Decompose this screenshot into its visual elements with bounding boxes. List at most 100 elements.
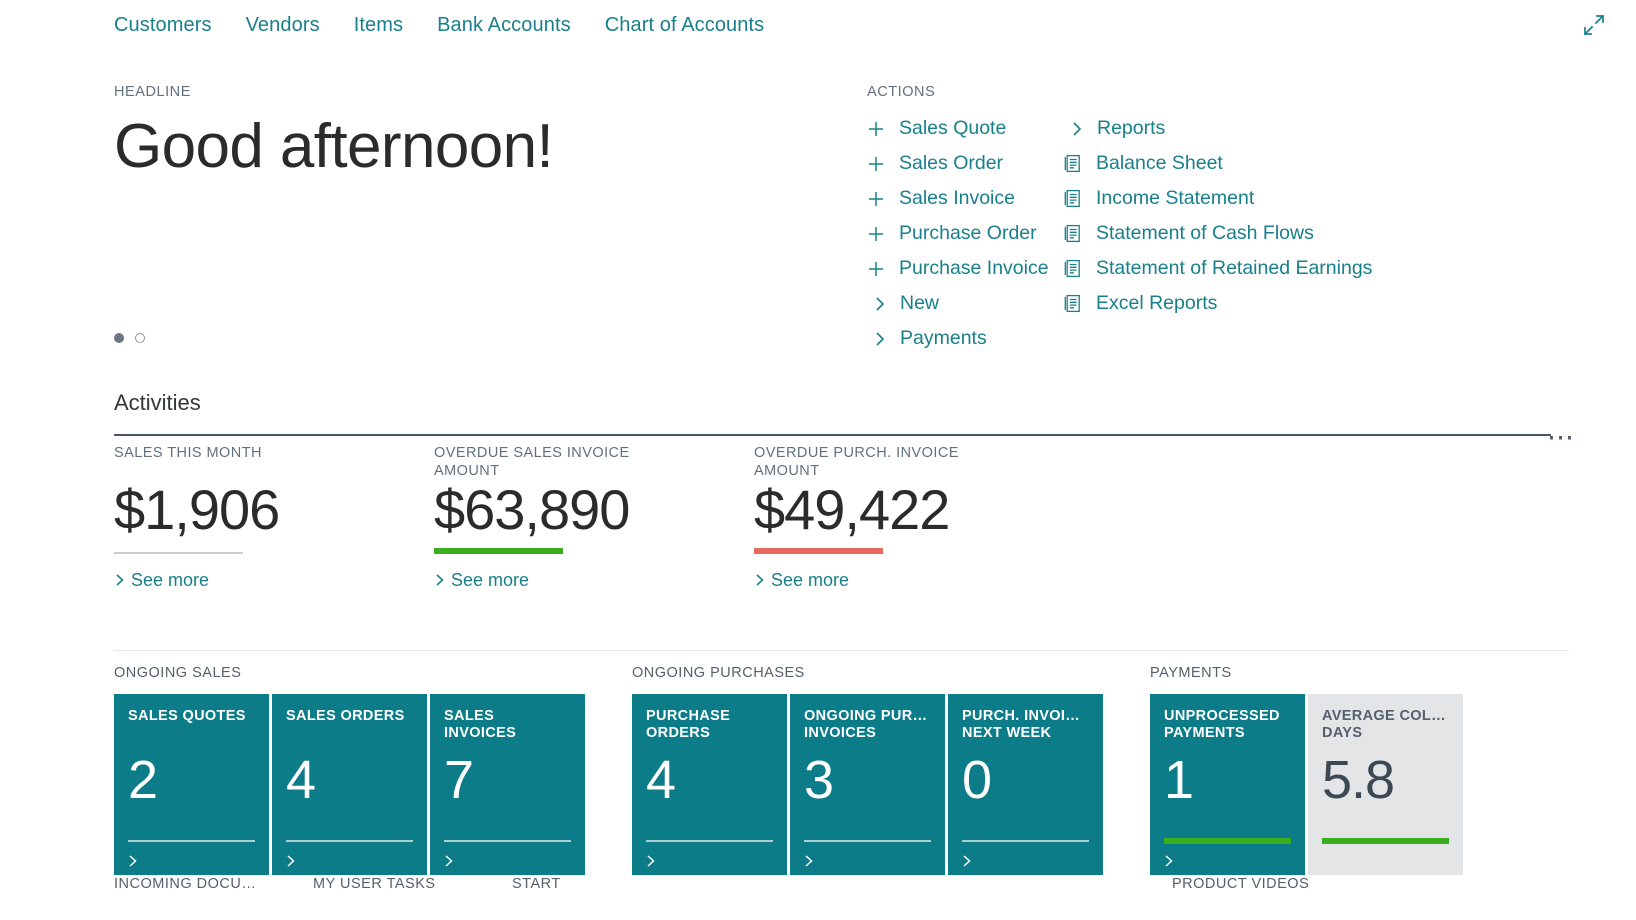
chevron-right-icon bbox=[754, 573, 766, 587]
tile-unprocessed-payments[interactable]: UNPROCESSED PAYMENTS 1 bbox=[1150, 694, 1305, 875]
action-label: Excel Reports bbox=[1096, 292, 1218, 314]
nav-link-items[interactable]: Items bbox=[354, 14, 403, 37]
tile-indicator-bar bbox=[1322, 838, 1449, 844]
chevron-right-icon[interactable] bbox=[127, 854, 139, 868]
action-label: Sales Order bbox=[899, 152, 1004, 174]
tile-sales-orders[interactable]: SALES ORDERS 4 bbox=[272, 694, 427, 875]
actions-caption: ACTIONS bbox=[867, 84, 936, 100]
chevron-right-icon bbox=[867, 331, 893, 347]
nav-link-chart-of-accounts[interactable]: Chart of Accounts bbox=[605, 14, 765, 37]
nav-link-vendors[interactable]: Vendors bbox=[246, 14, 320, 37]
see-more-label: See more bbox=[131, 569, 210, 590]
action-label: Sales Quote bbox=[899, 117, 1007, 139]
see-more-label: See more bbox=[451, 569, 530, 590]
group-title: ONGOING SALES bbox=[114, 665, 242, 681]
action-label: Income Statement bbox=[1096, 187, 1255, 209]
tile-indicator-bar bbox=[444, 840, 571, 842]
tile-value: 4 bbox=[646, 750, 676, 810]
action-label: Sales Invoice bbox=[899, 187, 1015, 209]
tile-value: 0 bbox=[962, 750, 992, 810]
group-ongoing-purchases: ONGOING PURCHASES PURCHASE ORDERS 4 ONGO… bbox=[632, 665, 1103, 875]
headline-text: Good afternoon! bbox=[114, 112, 554, 181]
action-sales-quote[interactable]: Sales Quote bbox=[867, 111, 1064, 146]
top-navigation-bar: Customers Vendors Items Bank Accounts Ch… bbox=[0, 0, 1636, 50]
action-label: Payments bbox=[900, 327, 987, 349]
tile-label: UNPROCESSED PAYMENTS bbox=[1164, 708, 1280, 742]
actions-column-left: Sales Quote Sales Order Sales Invoice Pu… bbox=[867, 111, 1064, 356]
action-balance-sheet[interactable]: Balance Sheet bbox=[1064, 146, 1372, 181]
actions-block: ACTIONS Sales Quote Sales Order Sales In… bbox=[867, 84, 1567, 356]
action-label: Purchase Order bbox=[899, 222, 1037, 244]
chevron-right-icon[interactable] bbox=[645, 854, 657, 868]
action-statement-of-cash-flows[interactable]: Statement of Cash Flows bbox=[1064, 216, 1372, 251]
nav-link-customers[interactable]: Customers bbox=[114, 14, 212, 37]
action-statement-of-retained-earnings[interactable]: Statement of Retained Earnings bbox=[1064, 251, 1372, 286]
headline-block: HEADLINE Good afternoon! bbox=[114, 84, 754, 181]
hero-section: HEADLINE Good afternoon! ACTIONS Sales Q… bbox=[0, 58, 1636, 358]
cue-label: OVERDUE PURCH. INVOICE AMOUNT bbox=[754, 445, 959, 480]
carousel-dot-1[interactable] bbox=[114, 333, 124, 343]
cue-value[interactable]: $63,890 bbox=[434, 479, 754, 541]
report-document-icon bbox=[1064, 224, 1090, 243]
chevron-right-icon[interactable] bbox=[443, 854, 455, 868]
report-document-icon bbox=[1064, 259, 1090, 278]
tile-purchase-orders[interactable]: PURCHASE ORDERS 4 bbox=[632, 694, 787, 875]
action-label: Balance Sheet bbox=[1096, 152, 1223, 174]
tile-purchase-invoices-next-week[interactable]: PURCH. INVOI… NEXT WEEK 0 bbox=[948, 694, 1103, 875]
tile-indicator-bar bbox=[804, 840, 931, 842]
cue-value[interactable]: $49,422 bbox=[754, 479, 1074, 541]
tile-sales-invoices[interactable]: SALES INVOICES 7 bbox=[430, 694, 585, 875]
plus-icon bbox=[867, 225, 893, 243]
report-document-icon bbox=[1064, 294, 1090, 313]
plus-icon bbox=[867, 190, 893, 208]
see-more-label: See more bbox=[771, 569, 850, 590]
action-sales-order[interactable]: Sales Order bbox=[867, 146, 1064, 181]
action-new-group[interactable]: New bbox=[867, 286, 1064, 321]
see-more-link-overdue-sales-invoice[interactable]: See more bbox=[434, 570, 529, 591]
carousel-dot-2[interactable] bbox=[135, 333, 145, 343]
group-title-start: START bbox=[512, 876, 561, 892]
action-label: Statement of Retained Earnings bbox=[1096, 257, 1373, 279]
actions-column-right: Reports Balance Sheet Income Statement S… bbox=[1064, 111, 1372, 356]
chevron-right-icon[interactable] bbox=[1163, 854, 1175, 868]
chevron-right-icon[interactable] bbox=[961, 854, 973, 868]
action-reports-group[interactable]: Reports bbox=[1064, 111, 1372, 146]
cue-overdue-purchase-invoice-amount: OVERDUE PURCH. INVOICE AMOUNT $49,422 Se… bbox=[754, 444, 1074, 591]
cue-value[interactable]: $1,906 bbox=[114, 479, 434, 541]
action-purchase-invoice[interactable]: Purchase Invoice bbox=[867, 251, 1064, 286]
tile-sales-quotes[interactable]: SALES QUOTES 2 bbox=[114, 694, 269, 875]
tile-label: PURCH. INVOI… NEXT WEEK bbox=[962, 708, 1081, 742]
tile-ongoing-purchase-invoices[interactable]: ONGOING PUR… INVOICES 3 bbox=[790, 694, 945, 875]
ellipsis-icon[interactable]: ⋯ bbox=[1547, 424, 1576, 451]
tile-label: ONGOING PUR… INVOICES bbox=[804, 708, 928, 742]
see-more-link-sales-this-month[interactable]: See more bbox=[114, 570, 209, 591]
activities-title: Activities bbox=[114, 390, 201, 415]
bottom-groups-row: INCOMING DOCU… MY USER TASKS START PRODU… bbox=[0, 876, 1636, 920]
tile-label: SALES QUOTES bbox=[128, 708, 246, 724]
nav-link-bank-accounts[interactable]: Bank Accounts bbox=[437, 14, 571, 37]
tile-value: 3 bbox=[804, 750, 834, 810]
action-excel-reports[interactable]: Excel Reports bbox=[1064, 286, 1372, 321]
action-label: New bbox=[900, 292, 940, 314]
chevron-right-icon[interactable] bbox=[803, 854, 815, 868]
action-purchase-order[interactable]: Purchase Order bbox=[867, 216, 1064, 251]
tile-indicator-bar bbox=[128, 840, 255, 842]
tile-indicator-bar bbox=[286, 840, 413, 842]
group-title-my-user-tasks: MY USER TASKS bbox=[313, 876, 436, 892]
chevron-right-icon bbox=[1064, 121, 1090, 137]
tile-label: PURCHASE ORDERS bbox=[646, 708, 731, 742]
group-title: ONGOING PURCHASES bbox=[632, 665, 805, 681]
chevron-right-icon bbox=[434, 573, 446, 587]
see-more-link-overdue-purchase-invoice[interactable]: See more bbox=[754, 570, 849, 591]
tile-average-collection-days: AVERAGE COL… DAYS 5.8 bbox=[1308, 694, 1463, 875]
cue-label: SALES THIS MONTH bbox=[114, 445, 262, 461]
action-sales-invoice[interactable]: Sales Invoice bbox=[867, 181, 1064, 216]
action-income-statement[interactable]: Income Statement bbox=[1064, 181, 1372, 216]
group-payments: PAYMENTS UNPROCESSED PAYMENTS 1 AVERAGE … bbox=[1150, 665, 1463, 875]
tile-indicator-bar bbox=[962, 840, 1089, 842]
expand-diagonal-icon[interactable] bbox=[1579, 10, 1609, 40]
cue-overdue-sales-invoice-amount: OVERDUE SALES INVOICE AMOUNT $63,890 See… bbox=[434, 444, 754, 591]
chevron-right-icon[interactable] bbox=[285, 854, 297, 868]
action-payments-group[interactable]: Payments bbox=[867, 321, 1064, 356]
report-document-icon bbox=[1064, 189, 1090, 208]
